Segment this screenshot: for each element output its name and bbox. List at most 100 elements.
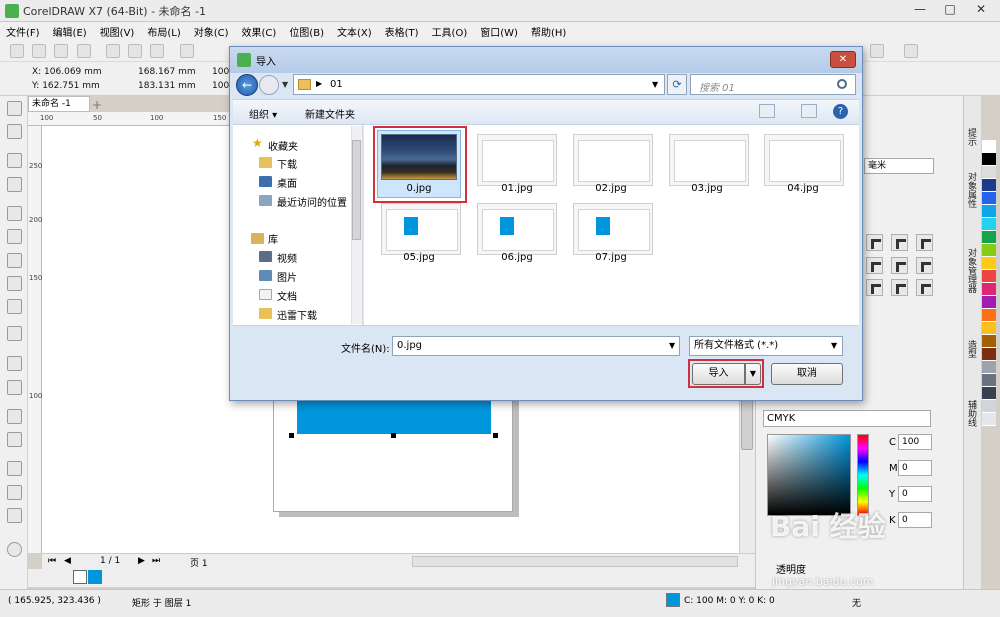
c-value-input[interactable]: 100 (898, 434, 932, 450)
nav-recent[interactable]: 最近访问的位置 (277, 194, 347, 209)
file-name-1[interactable]: 01.jpg (472, 183, 562, 194)
file-name-6[interactable]: 06.jpg (472, 252, 562, 263)
new-tab-plus-icon[interactable]: + (92, 98, 102, 112)
smart-fill-tool-icon[interactable] (7, 508, 22, 523)
palette-swatch[interactable] (982, 192, 996, 205)
selection-handle[interactable] (493, 433, 498, 438)
back-arrow-icon[interactable]: ← (236, 74, 258, 96)
cut-icon[interactable] (106, 44, 120, 58)
cancel-button[interactable]: 取消 (771, 363, 843, 385)
next-page-icon[interactable]: ▶ (138, 556, 145, 566)
menu-table[interactable]: 表格(T) (385, 24, 419, 39)
breadcrumb-folder[interactable]: 01 (330, 79, 343, 90)
print-icon[interactable] (77, 44, 91, 58)
no-color-swatch[interactable] (73, 570, 87, 584)
nav-videos[interactable]: 视频 (277, 250, 297, 265)
docker-tab-guidelines[interactable]: 辅助线 (965, 400, 978, 427)
color-picker-field[interactable] (767, 434, 851, 516)
drop-shadow-tool-icon[interactable] (7, 409, 22, 424)
crop-tool-icon[interactable] (7, 153, 22, 168)
palette-swatch[interactable] (982, 283, 996, 296)
save-icon[interactable] (54, 44, 68, 58)
options-icon[interactable] (904, 44, 918, 58)
menu-view[interactable]: 视图(V) (100, 24, 135, 39)
palette-swatch[interactable] (982, 387, 996, 400)
transparency-tool-icon[interactable] (7, 432, 22, 447)
file-name-4[interactable]: 04.jpg (758, 183, 848, 194)
selected-rectangle[interactable] (297, 396, 491, 434)
outline-inside-icon[interactable] (891, 279, 908, 296)
first-page-icon[interactable]: ⏮ (48, 556, 56, 566)
file-name-7[interactable]: 07.jpg (566, 252, 656, 263)
new-document-icon[interactable] (10, 44, 24, 58)
palette-swatch[interactable] (982, 179, 996, 192)
nav-thunder-downloads[interactable]: 迅雷下载 (277, 307, 317, 322)
maximize-button[interactable]: □ (935, 0, 965, 20)
copy-icon[interactable] (128, 44, 142, 58)
file-thumbnail-5[interactable] (381, 203, 461, 255)
scale-x-field[interactable]: 100 (212, 67, 229, 77)
palette-swatch[interactable] (982, 166, 996, 179)
connector-tool-icon[interactable] (7, 380, 22, 395)
dimension-tool-icon[interactable] (7, 356, 22, 371)
menu-bitmaps[interactable]: 位图(B) (289, 24, 324, 39)
corner-scallop-icon[interactable] (891, 234, 908, 251)
file-thumbnail-2[interactable] (573, 134, 653, 186)
palette-swatch[interactable] (982, 309, 996, 322)
cyan-swatch[interactable] (88, 570, 102, 584)
snap-icon[interactable] (870, 44, 884, 58)
menu-tools[interactable]: 工具(O) (432, 24, 468, 39)
address-dropdown-icon[interactable]: ▼ (652, 80, 658, 89)
last-page-icon[interactable]: ⏭ (152, 556, 160, 566)
unit-select[interactable]: 毫米 (864, 158, 934, 174)
docker-tab-object-manager[interactable]: 对象管理器 (965, 248, 978, 293)
new-folder-button[interactable]: 新建文件夹 (305, 106, 355, 121)
line-cap-round-icon[interactable] (891, 257, 908, 274)
docker-tab-hints[interactable]: 提示 (965, 128, 978, 146)
menu-layout[interactable]: 布局(L) (147, 24, 180, 39)
nav-favorites[interactable]: 收藏夹 (268, 138, 298, 153)
paste-icon[interactable] (150, 44, 164, 58)
open-icon[interactable] (32, 44, 46, 58)
file-thumbnail-7[interactable] (573, 203, 653, 255)
outline-position-icon[interactable] (866, 279, 883, 296)
rectangle-tool-icon[interactable] (7, 253, 22, 268)
palette-swatch[interactable] (982, 140, 996, 153)
menu-window[interactable]: 窗口(W) (480, 24, 518, 39)
organize-button[interactable]: 组织 ▾ (249, 106, 277, 121)
k-value-input[interactable]: 0 (898, 512, 932, 528)
fill-color-swatch[interactable] (666, 593, 680, 607)
menu-text[interactable]: 文本(X) (337, 24, 372, 39)
menu-file[interactable]: 文件(F) (6, 24, 40, 39)
document-tab[interactable]: 未命名 -1 (28, 96, 90, 112)
corner-round-icon[interactable] (866, 234, 883, 251)
width-field[interactable]: 168.167 mm (138, 67, 196, 77)
docker-tab-object-properties[interactable]: 对象属性 (965, 172, 978, 208)
height-field[interactable]: 183.131 mm (138, 81, 196, 91)
nav-desktop[interactable]: 桌面 (277, 175, 297, 190)
docker-tab-shaping[interactable]: 造型 (965, 340, 978, 358)
color-palette[interactable] (982, 140, 996, 426)
zoom-tool-icon[interactable] (7, 177, 22, 192)
preview-pane-icon[interactable] (801, 104, 817, 118)
palette-swatch[interactable] (982, 244, 996, 257)
palette-swatch[interactable] (982, 335, 996, 348)
prev-page-icon[interactable]: ◀ (64, 556, 71, 566)
add-tool-icon[interactable] (7, 542, 22, 557)
artistic-media-tool-icon[interactable] (7, 229, 22, 244)
history-dropdown-icon[interactable]: ▼ (282, 80, 288, 89)
color-model-select[interactable]: CMYK (763, 410, 931, 427)
palette-swatch[interactable] (982, 400, 996, 413)
polygon-tool-icon[interactable] (7, 299, 22, 314)
file-thumbnail-4[interactable] (764, 134, 844, 186)
palette-swatch[interactable] (982, 270, 996, 283)
palette-swatch[interactable] (982, 218, 996, 231)
x-position-field[interactable]: X: 106.069 mm (32, 67, 102, 77)
corner-chamfer-icon[interactable] (916, 234, 933, 251)
menu-object[interactable]: 对象(C) (194, 24, 229, 39)
nav-documents[interactable]: 文档 (277, 288, 297, 303)
scale-y-field[interactable]: 100 (212, 81, 229, 91)
line-cap-square-icon[interactable] (916, 257, 933, 274)
file-thumbnail-3[interactable] (669, 134, 749, 186)
palette-swatch[interactable] (982, 205, 996, 218)
